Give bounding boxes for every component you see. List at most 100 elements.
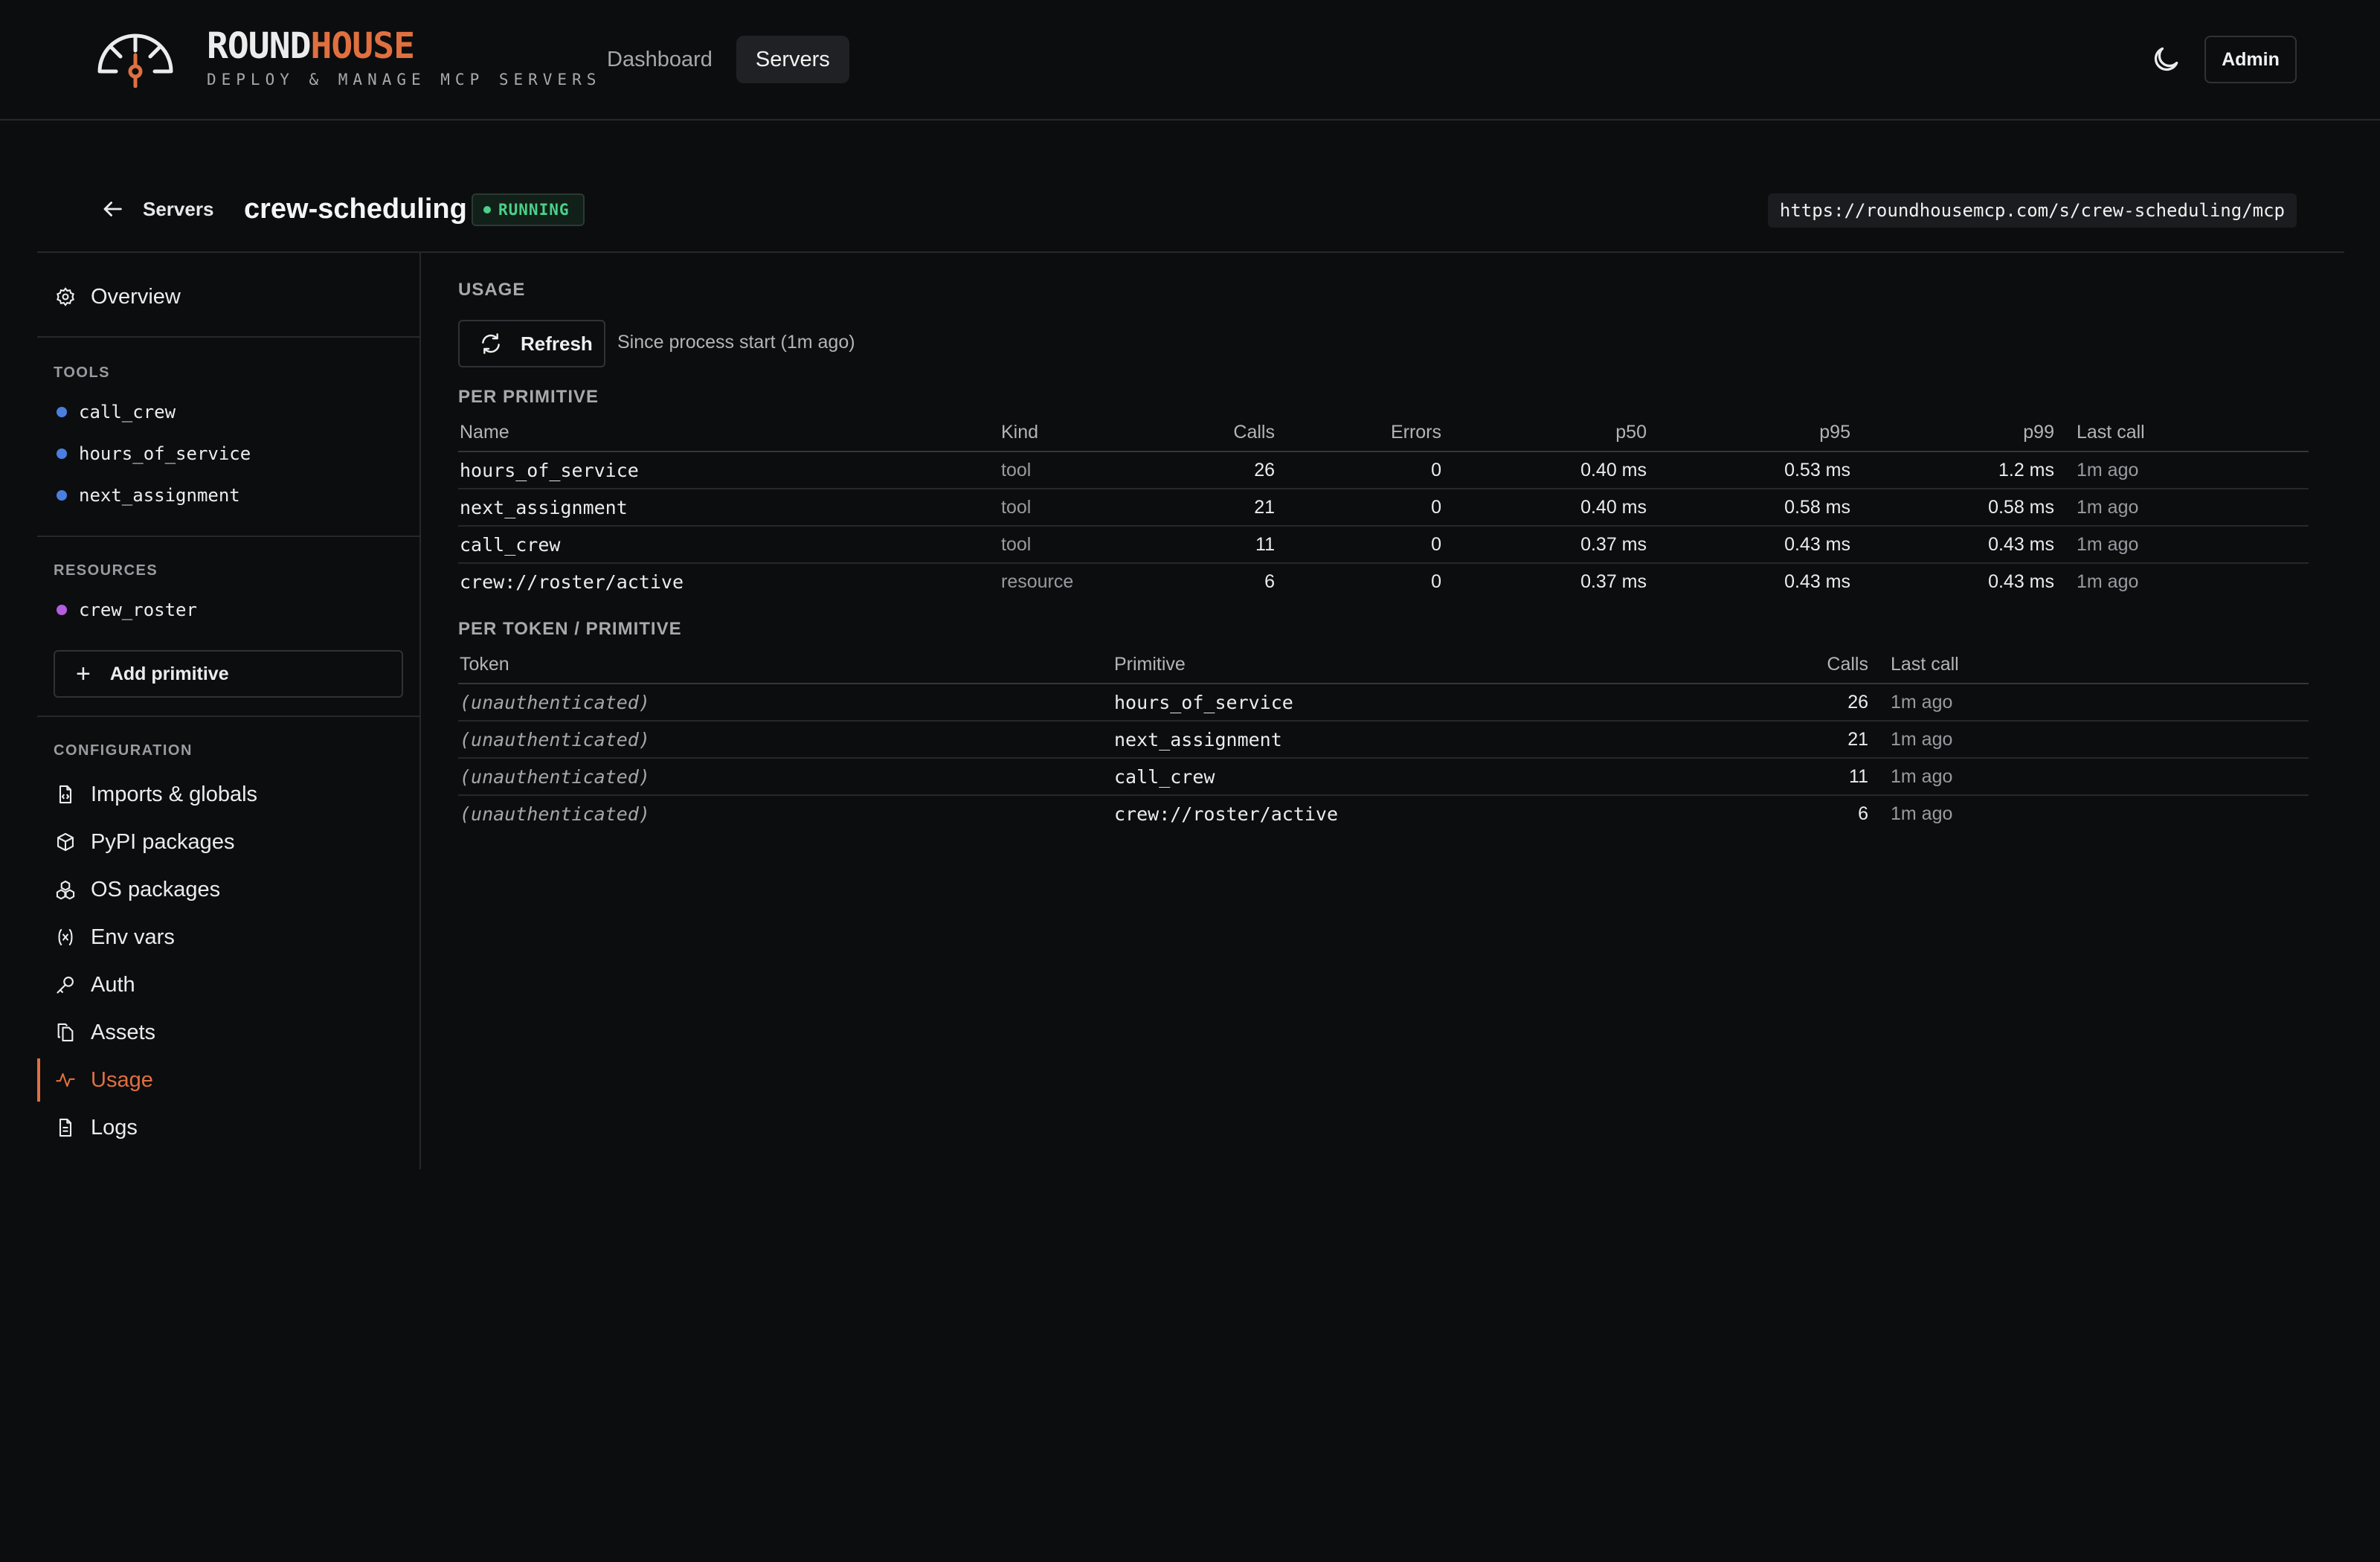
sidebar-tool-next-assignment[interactable]: next_assignment — [57, 481, 240, 510]
column-header: Name — [458, 414, 1000, 452]
sidebar-item-label: PyPI packages — [91, 829, 235, 854]
p99-value: 0.43 ms — [1988, 571, 2054, 592]
tool-dot-icon — [57, 407, 67, 417]
per-primitive-table: Name Kind Calls Errors p50 p95 p99 Last … — [458, 414, 2309, 600]
brand-name-part1: ROUND — [207, 25, 311, 67]
table-row: call_crew tool 11 0 0.37 ms 0.43 ms 0.43… — [458, 526, 2309, 564]
nav-servers[interactable]: Servers — [736, 36, 849, 83]
moon-icon[interactable] — [2149, 43, 2182, 76]
sidebar-item-label: Overview — [91, 284, 181, 309]
sidebar-item-logs[interactable]: Logs — [37, 1106, 419, 1149]
p50-value: 0.37 ms — [1443, 526, 1648, 564]
calls-value: 11 — [1148, 526, 1276, 564]
per-token-table: Token Primitive Calls Last call (unauthe… — [458, 646, 2309, 832]
divider — [37, 716, 419, 717]
sidebar-item-pypi-packages[interactable]: PyPI packages — [37, 820, 419, 864]
status-dot-icon — [483, 206, 491, 213]
configuration-heading: CONFIGURATION — [54, 742, 193, 759]
calls-value: 11 — [1767, 758, 1870, 796]
sidebar-item-label: OS packages — [91, 877, 221, 901]
primitive-name: hours_of_service — [458, 451, 1000, 489]
primitive-kind: tool — [1000, 526, 1148, 564]
sidebar-item-auth[interactable]: Auth — [37, 963, 419, 1006]
last-call-value: 1m ago — [1891, 803, 1953, 824]
p50-value: 0.37 ms — [1580, 571, 1647, 592]
brand: ROUND HOUSE DEPLOY & MANAGE MCP SERVERS — [207, 25, 601, 89]
refresh-button[interactable]: Refresh — [458, 320, 605, 367]
gear-icon — [57, 287, 74, 306]
token-value: (unauthenticated) — [458, 758, 1113, 796]
table-row: crew://roster/active resource 6 0 0.37 m… — [458, 563, 2309, 600]
table-header-row: Token Primitive Calls Last call — [458, 646, 2309, 684]
sidebar-item-env-vars[interactable]: Env vars — [37, 916, 419, 959]
sidebar-tool-hours-of-service[interactable]: hours_of_service — [57, 439, 251, 469]
roundhouse-logo-icon[interactable] — [97, 33, 174, 88]
calls-value: 26 — [1767, 684, 1870, 721]
brand-tagline: DEPLOY & MANAGE MCP SERVERS — [207, 71, 602, 89]
table-header-row: Name Kind Calls Errors p50 p95 p99 Last … — [458, 414, 2309, 452]
primitive-name: hours_of_service — [1113, 684, 1767, 721]
back-to-servers-link[interactable]: Servers — [143, 196, 213, 222]
last-call-value: 1m ago — [1870, 758, 2309, 796]
main-nav: Dashboard Servers — [588, 36, 849, 83]
usage-since-text: Since process start (1m ago) — [617, 332, 855, 353]
boxes-icon — [56, 880, 75, 900]
refresh-icon — [482, 333, 500, 354]
column-header: Primitive — [1113, 646, 1767, 684]
nav-dashboard[interactable]: Dashboard — [588, 36, 732, 83]
sidebar-item-label: Auth — [91, 972, 135, 997]
admin-button[interactable]: Admin — [2204, 36, 2297, 83]
primitive-kind: tool — [1000, 451, 1148, 489]
table-row: (unauthenticated) crew://roster/active 6… — [458, 795, 2309, 832]
sidebar-item-label: Assets — [91, 1020, 156, 1044]
primitive-name: call_crew — [1113, 758, 1767, 796]
sidebar-item-assets[interactable]: Assets — [37, 1011, 419, 1054]
column-header: p50 — [1443, 414, 1648, 452]
column-header: Calls — [1767, 646, 1870, 684]
top-bar: ROUND HOUSE DEPLOY & MANAGE MCP SERVERS D… — [0, 0, 2380, 120]
column-header: Errors — [1276, 414, 1443, 452]
add-primitive-button[interactable]: + Add primitive — [54, 650, 403, 698]
tool-name: next_assignment — [79, 485, 240, 506]
p95-value: 0.58 ms — [1648, 489, 1852, 527]
column-header: Last call — [2056, 414, 2309, 452]
server-url[interactable]: https://roundhousemcp.com/s/crew-schedul… — [1767, 193, 2297, 228]
table-row: next_assignment tool 21 0 0.40 ms 0.58 m… — [458, 489, 2309, 527]
resource-name: crew_roster — [79, 600, 197, 620]
table-row: hours_of_service tool 26 0 0.40 ms 0.53 … — [458, 451, 2309, 489]
arrow-left-icon[interactable] — [100, 196, 125, 222]
server-header: Servers crew-scheduling RUNNING https://… — [37, 177, 2344, 253]
tool-dot-icon — [57, 449, 67, 459]
sidebar-item-imports-globals[interactable]: Imports & globals — [37, 773, 419, 816]
sidebar-tool-call-crew[interactable]: call_crew — [57, 397, 176, 427]
resources-heading: RESOURCES — [54, 562, 158, 579]
refresh-label: Refresh — [521, 332, 593, 355]
p95-value: 0.53 ms — [1648, 451, 1852, 489]
sidebar-item-overview[interactable]: Overview — [37, 275, 419, 318]
last-call-value: 1m ago — [2077, 571, 2139, 592]
per-token-title: PER TOKEN / PRIMITIVE — [458, 619, 682, 639]
variable-icon — [58, 929, 73, 945]
primitive-name: next_assignment — [1113, 721, 1767, 759]
brand-name: ROUND HOUSE — [207, 25, 601, 67]
calls-value: 26 — [1148, 451, 1276, 489]
sidebar-item-label: Usage — [91, 1067, 153, 1092]
sidebar-item-label: Env vars — [91, 925, 175, 949]
sidebar-resource-crew-roster[interactable]: crew_roster — [57, 595, 197, 625]
sidebar-item-label: Imports & globals — [91, 782, 258, 806]
errors-value: 0 — [1276, 489, 1443, 527]
sidebar-item-os-packages[interactable]: OS packages — [37, 868, 419, 911]
last-call-value: 1m ago — [2056, 526, 2309, 564]
column-header: p99 — [1852, 414, 2056, 452]
primitive-name: crew://roster/active — [1114, 803, 1339, 825]
p50-value: 0.40 ms — [1443, 451, 1648, 489]
calls-value: 21 — [1767, 721, 1870, 759]
divider — [37, 536, 419, 537]
plus-icon: + — [76, 660, 91, 688]
column-header: Calls — [1148, 414, 1276, 452]
tool-name: hours_of_service — [79, 443, 251, 464]
activity-icon — [56, 1073, 75, 1087]
p95-value: 0.43 ms — [1648, 526, 1852, 564]
token-value: (unauthenticated) — [458, 684, 1113, 721]
sidebar-item-usage[interactable]: Usage — [37, 1058, 419, 1102]
